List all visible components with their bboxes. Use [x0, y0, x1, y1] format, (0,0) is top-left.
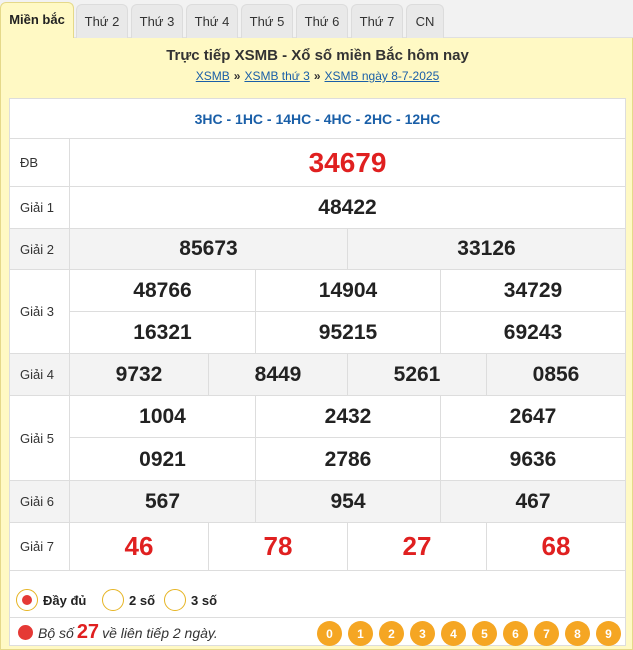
breadcrumb-xsmb-date[interactable]: XSMB ngày 8-7-2025 — [325, 69, 440, 83]
digit-button-7[interactable]: 7 — [534, 621, 559, 646]
row-special-prize: ĐB 34679 — [10, 139, 625, 187]
tab-thu-4[interactable]: Thứ 4 — [186, 4, 238, 38]
prize-label: Giải 5 — [10, 396, 70, 480]
tab-cn[interactable]: CN — [406, 4, 444, 38]
prize-number: 9636 — [509, 447, 557, 471]
row-prize-5: Giải 5 1004 2432 2647 0921 2786 9636 — [10, 396, 625, 481]
display-options: Đầy đủ 2 số 3 số — [10, 584, 625, 618]
digit-button-8[interactable]: 8 — [565, 621, 590, 646]
page-title: Trực tiếp XSMB - Xổ số miền Bắc hôm nay — [166, 47, 469, 64]
loto-prefix: Bộ số — [38, 625, 74, 641]
digit-button-9[interactable]: 9 — [596, 621, 621, 646]
tab-thu-6[interactable]: Thứ 6 — [296, 4, 348, 38]
digit-button-6[interactable]: 6 — [503, 621, 528, 646]
prize-number: 954 — [256, 481, 441, 522]
tab-thu-5[interactable]: Thứ 5 — [241, 4, 293, 38]
prize-number: 2786 — [256, 438, 441, 481]
row-prize-3: Giải 3 48766 14904 34729 16321 95215 692… — [10, 270, 625, 354]
prize-number: 48766 — [70, 270, 256, 312]
red-dot-icon — [18, 625, 33, 640]
prize-number: 34729 — [441, 270, 625, 312]
prize-number: 27 — [348, 523, 487, 570]
option-full[interactable]: Đầy đủ — [16, 589, 86, 611]
prize-number: 8449 — [209, 354, 348, 395]
prize-number: 5261 — [348, 354, 487, 395]
prize-number: 68 — [541, 531, 571, 561]
loto-number: 27 — [76, 621, 100, 643]
option-label: Đầy đủ — [43, 592, 87, 608]
results-table: 3HC - 1HC - 14HC - 4HC - 2HC - 12HC ĐB 3… — [9, 98, 626, 646]
prize-number: 467 — [515, 489, 551, 513]
prize-number: 78 — [209, 523, 348, 570]
prize-number: 1004 — [70, 396, 256, 438]
digit-button-2[interactable]: 2 — [379, 621, 404, 646]
special-prize-number: 34679 — [308, 146, 387, 178]
row-prize-7: Giải 7 46 78 27 68 — [10, 523, 625, 571]
prize-label: Giải 6 — [10, 481, 70, 522]
row-prize-6: Giải 6 567 954 467 — [10, 481, 625, 523]
prize-label: Giải 2 — [10, 229, 70, 269]
radio-icon[interactable] — [102, 589, 124, 611]
prize-number: 0921 — [70, 438, 256, 481]
breadcrumb: XSMB» XSMB thứ 3» XSMB ngày 8-7-2025 — [1, 69, 633, 83]
option-label: 2 số — [129, 592, 156, 608]
prize-codes: 3HC - 1HC - 14HC - 4HC - 2HC - 12HC — [10, 99, 625, 139]
breadcrumb-separator: » — [313, 69, 321, 83]
loto-suffix: về liên tiếp 2 ngày. — [102, 625, 218, 641]
digit-button-0[interactable]: 0 — [317, 621, 342, 646]
head-digit-filter: 0 1 2 3 4 5 6 7 8 9 — [311, 621, 621, 646]
digit-button-1[interactable]: 1 — [348, 621, 373, 646]
loto-footer: Bộ số 27 về liên tiếp 2 ngày. 0 1 2 3 4 5 … — [10, 618, 625, 647]
prize-number: 14904 — [256, 270, 441, 312]
prize-label: Giải 4 — [10, 354, 70, 395]
radio-selected-icon[interactable] — [16, 589, 38, 611]
prize-label: Giải 3 — [10, 270, 70, 353]
prize-number: 2432 — [256, 396, 441, 438]
prize-number: 85673 — [70, 229, 348, 269]
prize-number: 0856 — [532, 362, 580, 386]
digit-button-4[interactable]: 4 — [441, 621, 466, 646]
option-3-digits[interactable]: 3 số — [164, 589, 217, 611]
option-2-digits[interactable]: 2 số — [102, 589, 155, 611]
results-panel: Trực tiếp XSMB - Xổ số miền Bắc hôm nay … — [0, 38, 633, 650]
loto-streak-text: Bộ số 27 về liên tiếp 2 ngày. — [38, 621, 218, 644]
prize-number: 69243 — [503, 321, 563, 344]
prize-number: 2647 — [441, 396, 625, 438]
prize-number: 95215 — [256, 312, 441, 354]
prize-number: 33126 — [457, 237, 516, 260]
day-tabs: Miền bắc Thứ 2 Thứ 3 Thứ 4 Thứ 5 Thứ 6 T… — [0, 0, 633, 39]
breadcrumb-xsmb[interactable]: XSMB — [196, 69, 230, 83]
breadcrumb-xsmb-thu-3[interactable]: XSMB thứ 3 — [244, 69, 309, 83]
prize-label: ĐB — [10, 139, 70, 186]
prize-number: 9732 — [70, 354, 209, 395]
tab-mien-bac[interactable]: Miền bắc — [0, 2, 74, 39]
digit-button-5[interactable]: 5 — [472, 621, 497, 646]
radio-icon[interactable] — [164, 589, 186, 611]
prize-label: Giải 7 — [10, 523, 70, 570]
breadcrumb-separator: » — [233, 69, 241, 83]
digit-button-3[interactable]: 3 — [410, 621, 435, 646]
tab-thu-3[interactable]: Thứ 3 — [131, 4, 183, 38]
row-prize-2: Giải 2 85673 33126 — [10, 229, 625, 270]
prize-label: Giải 1 — [10, 187, 70, 228]
row-prize-1: Giải 1 48422 — [10, 187, 625, 229]
tab-thu-7[interactable]: Thứ 7 — [351, 4, 403, 38]
tab-thu-2[interactable]: Thứ 2 — [76, 4, 128, 38]
option-label: 3 số — [191, 592, 218, 608]
prize-number: 567 — [70, 481, 256, 522]
prize-number: 16321 — [70, 312, 256, 354]
row-prize-4: Giải 4 9732 8449 5261 0856 — [10, 354, 625, 396]
prize-number: 46 — [70, 523, 209, 570]
prize-number: 48422 — [318, 195, 377, 219]
